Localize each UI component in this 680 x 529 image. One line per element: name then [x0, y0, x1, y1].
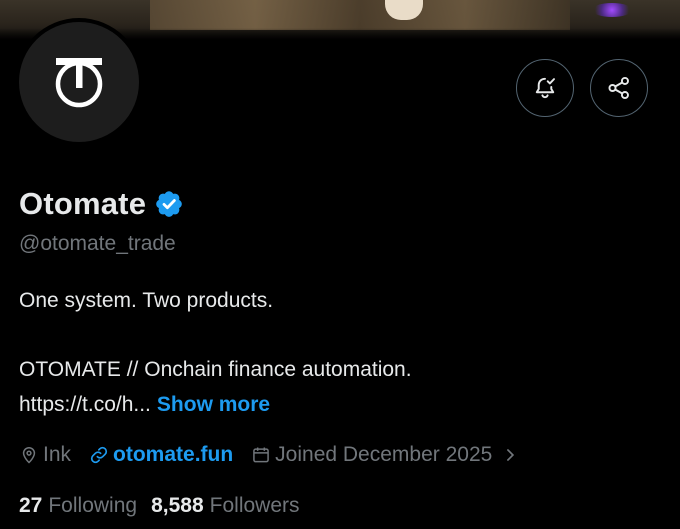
website-item[interactable]: otomate.fun	[89, 443, 233, 467]
bell-check-icon	[535, 77, 555, 99]
followers-count: 8,588	[151, 494, 204, 517]
link-icon	[90, 446, 108, 464]
following-label: Following	[48, 494, 138, 517]
verified-badge-icon[interactable]	[154, 189, 184, 219]
share-icon	[608, 76, 629, 100]
follow-stats: 27 Following 8,588 Followers	[19, 494, 314, 518]
followers-link[interactable]: 8,588 Followers	[151, 494, 299, 518]
bio-line-2: OTOMATE // Onchain finance automation.	[19, 358, 412, 381]
calendar-icon	[253, 447, 270, 463]
following-link[interactable]: 27 Following	[19, 494, 137, 518]
profile-name-row: Otomate	[19, 186, 184, 222]
bio-url[interactable]: https://t.co/h...	[19, 393, 151, 416]
banner-scene	[150, 0, 570, 30]
otomate-logo-icon	[55, 58, 103, 108]
show-more-link[interactable]: Show more	[157, 393, 270, 416]
joined-text: Joined December 2025	[275, 443, 493, 466]
followers-label: Followers	[209, 494, 300, 517]
bio-line-1: One system. Two products.	[19, 289, 274, 312]
location-item: Ink	[19, 443, 71, 467]
banner-glow	[592, 3, 632, 17]
bio-line-3: https://t.co/h... Show more	[19, 393, 270, 417]
share-button[interactable]	[590, 59, 648, 117]
profile-meta: Ink otomate.fun Joined December 2025	[19, 443, 542, 467]
profile-avatar[interactable]	[19, 22, 139, 142]
notifications-button[interactable]	[516, 59, 574, 117]
profile-name: Otomate	[19, 186, 147, 221]
chevron-right-icon[interactable]	[500, 445, 520, 465]
location-text: Ink	[43, 443, 72, 466]
following-count: 27	[19, 494, 43, 517]
profile-handle: @otomate_trade	[19, 232, 176, 255]
website-link[interactable]: otomate.fun	[113, 443, 233, 467]
joined-item[interactable]: Joined December 2025	[251, 443, 524, 467]
location-pin-icon	[22, 447, 36, 464]
